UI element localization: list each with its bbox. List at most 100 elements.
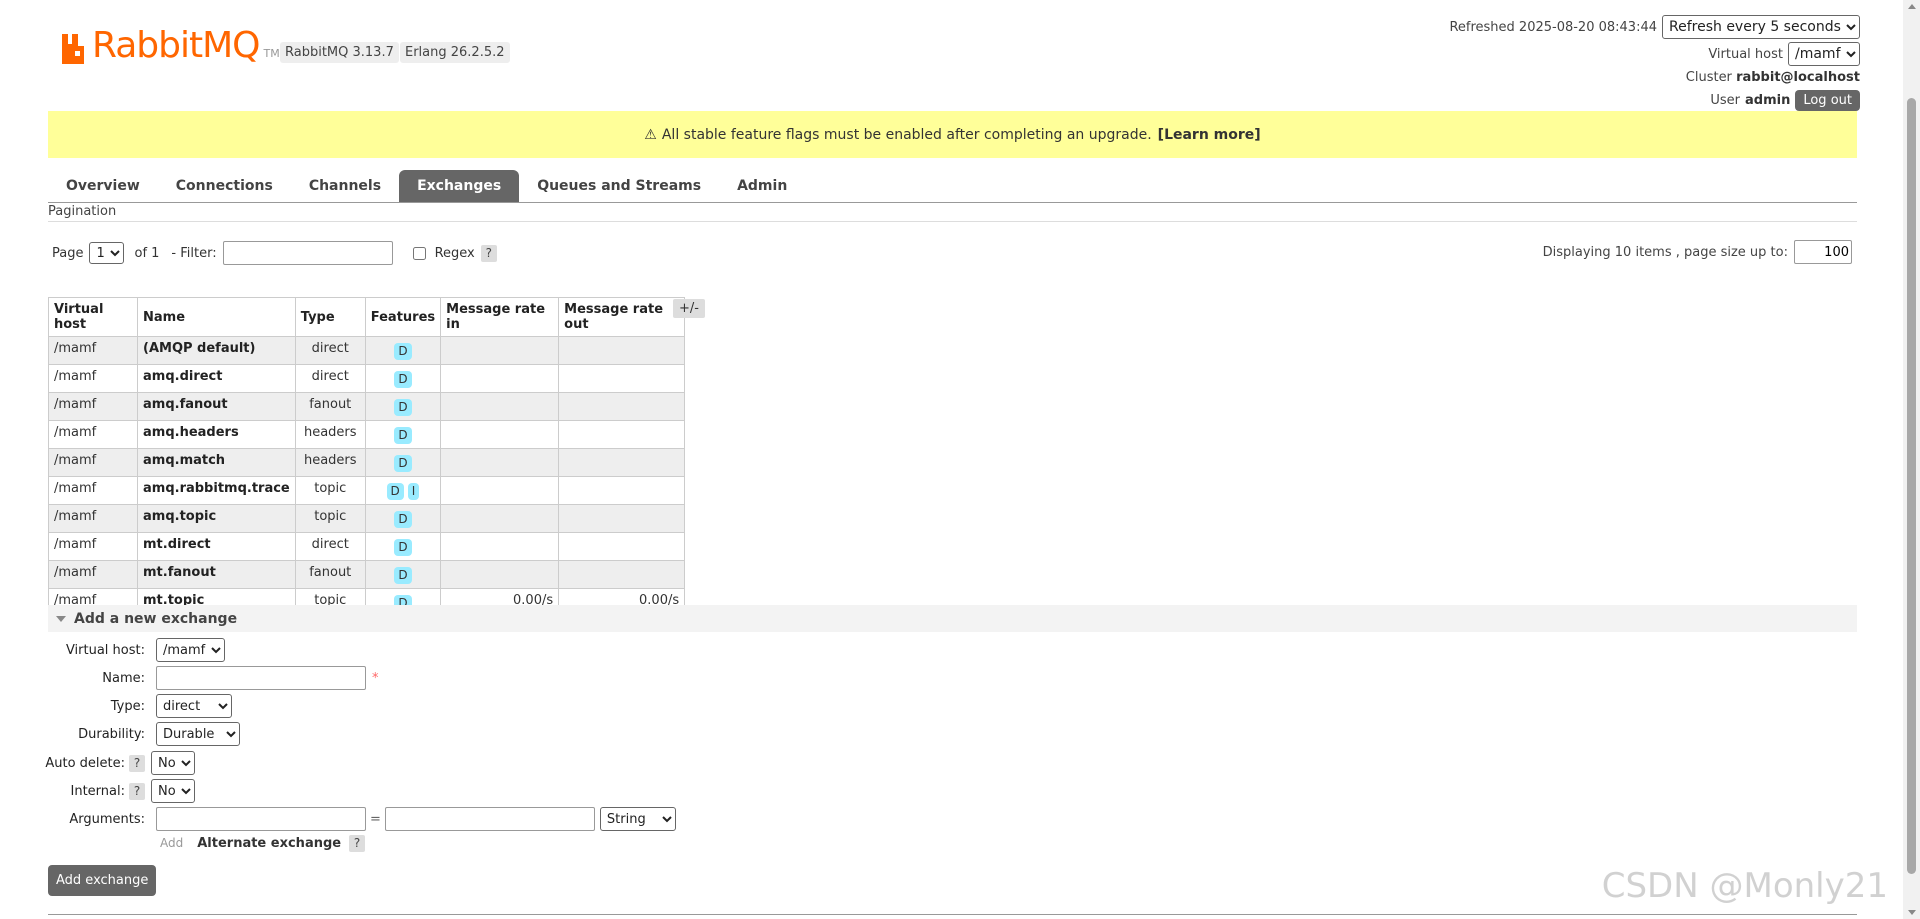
cell-rate-in [440,336,560,365]
pagination-section-label[interactable]: Pagination [48,204,116,219]
durability-select[interactable]: Durable [156,722,240,746]
vhost-label: Virtual host [1708,46,1783,62]
table-row: /mamf mt.direct direct D [48,532,686,561]
scroll-up-icon[interactable] [1908,4,1916,9]
cell-rate-out [558,392,686,421]
table-row: /mamf amq.rabbitmq.trace topic DI [48,476,686,505]
main-nav-tabs: Overview Connections Channels Exchanges … [48,170,1857,203]
exchange-name-link[interactable]: mt.fanout [137,560,296,589]
durable-badge: D [394,539,412,556]
col-virtual-host[interactable]: Virtual host [48,297,138,337]
cell-vhost: /mamf [48,476,138,505]
learn-more-link[interactable]: [Learn more] [1158,127,1261,143]
cell-rate-in [440,560,560,589]
tab-queues-and-streams[interactable]: Queues and Streams [519,170,719,202]
column-toggle-button[interactable]: +/- [673,299,705,318]
exchange-name-link[interactable]: mt.direct [137,532,296,561]
table-row: /mamf amq.direct direct D [48,364,686,393]
user-info: User admin Log out [1710,90,1860,111]
exchange-name-link[interactable]: amq.headers [137,420,296,449]
cell-rate-out [558,504,686,533]
argument-type-select[interactable]: String [599,807,676,831]
exchange-name-link[interactable]: amq.topic [137,504,296,533]
tab-exchanges[interactable]: Exchanges [399,170,520,202]
exchanges-table: Virtual host Name Type Features Message … [48,297,686,617]
cell-vhost: /mamf [48,364,138,393]
refresh-interval-select[interactable]: Refresh every 5 seconds [1662,15,1860,39]
regex-checkbox[interactable] [412,246,426,260]
equals-sign: = [370,811,381,827]
tab-connections[interactable]: Connections [158,170,291,202]
logout-button[interactable]: Log out [1795,90,1860,111]
cell-features: D [364,392,442,421]
table-row: /mamf amq.match headers D [48,448,686,477]
vhost-bar: Virtual host /mamf [1708,42,1860,66]
cell-rate-in [440,420,560,449]
scroll-down-icon[interactable] [1908,910,1916,915]
internal-badge: I [407,483,420,500]
cell-rate-in [440,364,560,393]
auto-delete-select[interactable]: No [151,751,195,775]
argument-value-input[interactable] [384,807,595,831]
durable-badge: D [394,511,412,528]
cluster-name: rabbit@localhost [1736,70,1860,85]
cell-rate-out [558,532,686,561]
durable-badge: D [394,455,412,472]
tab-channels[interactable]: Channels [291,170,399,202]
exchange-name-input[interactable] [156,666,366,690]
cell-vhost: /mamf [48,532,138,561]
logo-wordmark: RabbitMQ [92,25,260,66]
table-header-row: Virtual host Name Type Features Message … [48,297,686,337]
csdn-watermark: CSDN @Monly21 [1601,866,1888,906]
regex-help-icon[interactable]: ? [480,244,497,262]
vhost-select[interactable]: /mamf [1788,42,1860,66]
cell-rate-in [440,504,560,533]
col-message-rate-in[interactable]: Message rate in [440,297,560,337]
cell-type: direct [294,336,366,365]
exchange-type-select[interactable]: direct [156,694,232,718]
col-type[interactable]: Type [294,297,366,337]
exchange-name-link[interactable]: (AMQP default) [137,336,296,365]
scrollbar-thumb[interactable] [1907,98,1916,874]
form-label-type: Type: [110,698,145,714]
regex-label: Regex [434,245,475,261]
cell-rate-in [440,448,560,477]
filter-input[interactable] [222,241,393,265]
cell-vhost: /mamf [48,336,138,365]
exchange-name-link[interactable]: amq.match [137,448,296,477]
add-exchange-button[interactable]: Add exchange [48,865,157,896]
exchange-name-link[interactable]: amq.rabbitmq.trace [137,476,296,505]
display-count-label: Displaying 10 items , page size up to: [1542,244,1788,260]
cell-rate-in [440,392,560,421]
add-argument-link[interactable]: Add [160,836,183,850]
cell-features: D [364,420,442,449]
tab-admin[interactable]: Admin [719,170,805,202]
col-message-rate-out[interactable]: Message rate out [558,297,686,337]
page-scrollbar[interactable] [1903,0,1920,919]
erlang-version-badge: Erlang 26.2.5.2 [400,42,510,63]
tab-overview[interactable]: Overview [48,170,158,202]
internal-select[interactable]: No [151,779,195,803]
argument-key-input[interactable] [156,807,366,831]
form-row-name: Name: * [0,666,379,690]
exchange-name-link[interactable]: amq.direct [137,364,296,393]
cell-features: DI [364,476,442,505]
auto-delete-help-icon[interactable]: ? [129,754,145,772]
page-select[interactable]: 1 [89,242,125,264]
page-size-input[interactable] [1794,240,1852,264]
cell-vhost: /mamf [48,504,138,533]
form-row-internal: Internal: ? No [0,779,195,803]
alternate-exchange-link[interactable]: Alternate exchange [197,836,341,851]
col-name[interactable]: Name [137,297,296,337]
add-exchange-section-header[interactable]: Add a new exchange [48,605,1857,632]
table-row: /mamf mt.fanout fanout D [48,560,686,589]
internal-help-icon[interactable]: ? [129,782,145,800]
cell-rate-out [558,448,686,477]
form-row-vhost: Virtual host: /mamf [0,638,225,662]
required-mark: * [372,670,379,686]
form-vhost-select[interactable]: /mamf [156,638,225,662]
exchange-name-link[interactable]: amq.fanout [137,392,296,421]
cell-type: fanout [294,392,366,421]
cluster-label: Cluster [1685,70,1732,85]
alternate-exchange-help-icon[interactable]: ? [349,834,366,852]
